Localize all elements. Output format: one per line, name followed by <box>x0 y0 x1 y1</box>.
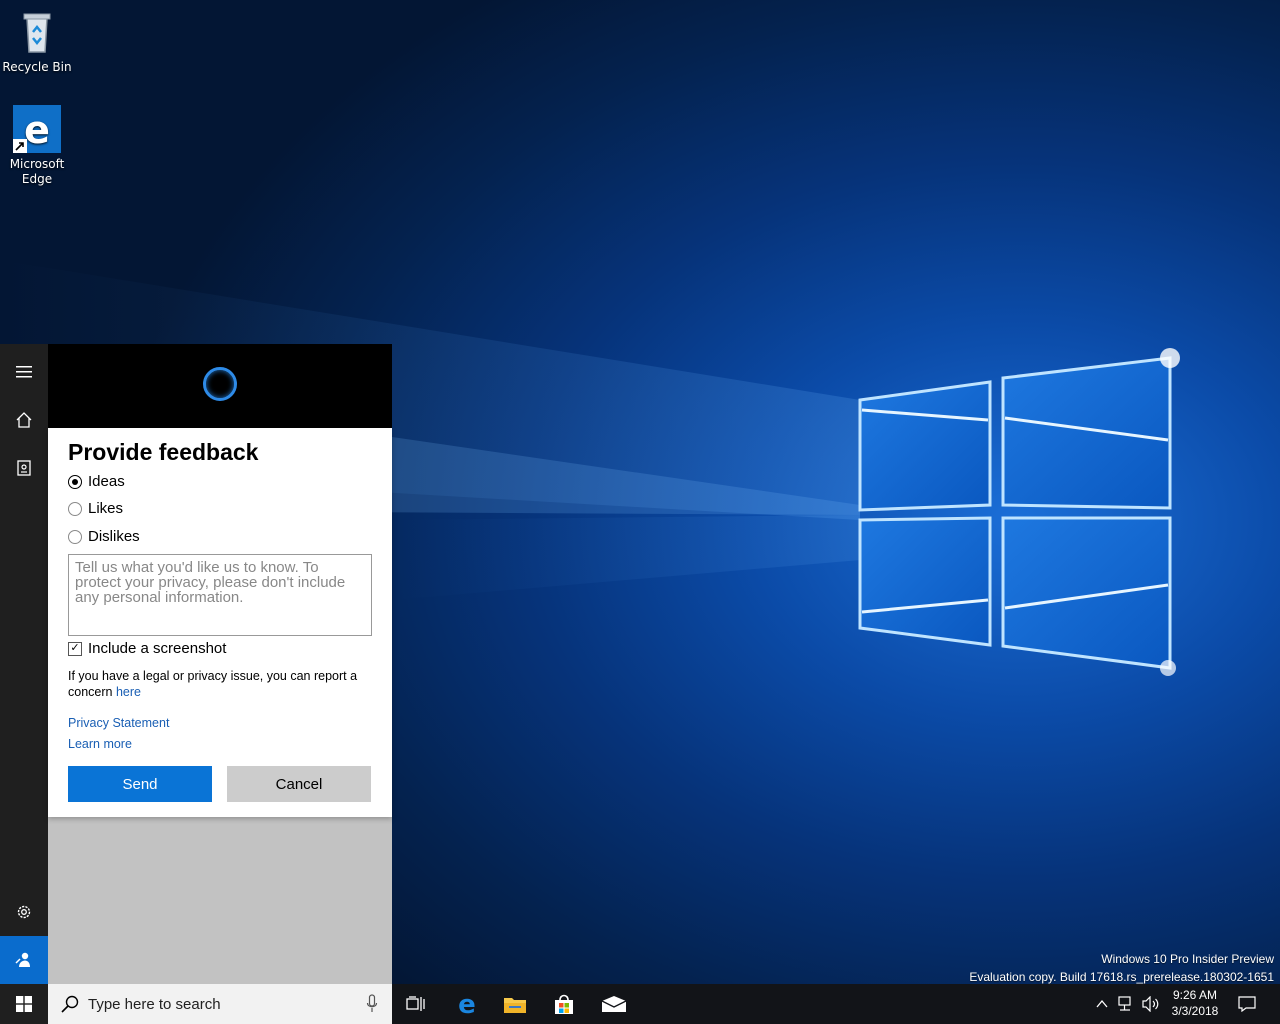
task-view-icon <box>406 996 425 1011</box>
show-hidden-icons-chevron-icon[interactable] <box>1096 998 1108 1010</box>
edge-taskbar-button[interactable]: e <box>443 984 491 1024</box>
microsoft-edge-label: Microsoft Edge <box>9 157 65 186</box>
windows-build-watermark: Windows 10 Pro Insider Preview Evaluatio… <box>969 950 1274 984</box>
radio-likes-indicator[interactable] <box>68 501 82 516</box>
watermark-edition: Windows 10 Pro Insider Preview <box>1101 952 1274 966</box>
volume-icon[interactable] <box>1142 996 1160 1012</box>
notebook-button[interactable] <box>0 444 48 492</box>
feedback-button[interactable] <box>0 936 48 984</box>
send-button[interactable]: Send <box>68 766 212 802</box>
network-icon[interactable] <box>1118 996 1136 1012</box>
privacy-statement-link[interactable]: Privacy Statement <box>68 716 169 730</box>
include-screenshot-checkbox[interactable]: ✓ Include a screenshot <box>68 640 226 657</box>
microphone-icon[interactable] <box>366 994 378 1014</box>
radio-ideas-indicator[interactable] <box>68 474 82 489</box>
svg-text:e: e <box>458 992 476 1016</box>
store-icon <box>555 994 573 1014</box>
checkbox-checked-icon[interactable]: ✓ <box>68 641 82 656</box>
watermark-build: Evaluation copy. Build 17618.rs_prerelea… <box>969 970 1274 984</box>
search-icon <box>61 995 79 1013</box>
file-explorer-taskbar-button[interactable] <box>491 984 539 1024</box>
microsoft-edge-desktop-icon[interactable]: e Microsoft Edge <box>0 105 74 187</box>
feedback-textarea[interactable] <box>68 554 372 636</box>
legal-notice-text: If you have a legal or privacy issue, yo… <box>68 669 358 699</box>
recycle-bin-desktop-icon[interactable]: Recycle Bin <box>0 8 74 75</box>
task-view-button[interactable] <box>392 984 440 1024</box>
windows-logo-icon <box>16 996 32 1012</box>
search-input[interactable] <box>88 995 358 1013</box>
learn-more-link[interactable]: Learn more <box>68 737 132 751</box>
menu-button[interactable] <box>0 348 48 396</box>
taskbar-search-box[interactable] <box>48 984 392 1024</box>
mail-taskbar-button[interactable] <box>590 984 638 1024</box>
file-explorer-icon <box>504 998 526 1013</box>
settings-button[interactable] <box>0 888 48 936</box>
radio-likes-label: Likes <box>88 500 124 517</box>
mail-icon <box>601 996 627 1012</box>
report-concern-link[interactable]: here <box>116 685 141 699</box>
radio-dislikes[interactable]: Dislikes <box>68 528 140 545</box>
cancel-button[interactable]: Cancel <box>227 766 371 802</box>
clock-time: 9:26 AM <box>1172 988 1218 1002</box>
recycle-bin-label: Recycle Bin <box>2 60 72 74</box>
taskbar: e 9:26 AM 3/3/2018 <box>0 984 1280 1024</box>
legal-notice: If you have a legal or privacy issue, yo… <box>68 668 378 700</box>
clock-date: 3/3/2018 <box>1171 1004 1219 1018</box>
radio-likes[interactable]: Likes <box>68 500 123 517</box>
include-screenshot-label: Include a screenshot <box>88 640 227 657</box>
recycle-bin-icon <box>13 8 61 56</box>
cortana-header <box>48 344 392 428</box>
radio-ideas[interactable]: Ideas <box>68 473 125 490</box>
radio-ideas-label: Ideas <box>88 473 125 490</box>
feedback-card: Provide feedback Ideas Likes Dislikes ✓ … <box>48 428 392 817</box>
menu-icon <box>16 366 32 378</box>
radio-dislikes-label: Dislikes <box>88 528 140 545</box>
edge-icon: e <box>13 105 61 153</box>
cortana-logo-icon <box>203 367 237 401</box>
svg-text:e: e <box>24 108 50 152</box>
cortana-sidebar <box>0 344 48 984</box>
home-icon <box>16 412 32 428</box>
settings-icon <box>17 905 31 919</box>
system-clock[interactable]: 9:26 AM 3/3/2018 <box>1162 987 1228 1019</box>
radio-dislikes-indicator[interactable] <box>68 529 82 544</box>
edge-icon: e <box>458 992 476 1016</box>
start-button[interactable] <box>0 984 48 1024</box>
cortana-panel: Provide feedback Ideas Likes Dislikes ✓ … <box>48 344 392 984</box>
action-center-icon[interactable] <box>1238 996 1256 1012</box>
home-button[interactable] <box>0 396 48 444</box>
feedback-title: Provide feedback <box>68 439 259 465</box>
notebook-icon <box>17 460 31 476</box>
feedback-icon <box>15 952 30 967</box>
store-taskbar-button[interactable] <box>540 984 588 1024</box>
